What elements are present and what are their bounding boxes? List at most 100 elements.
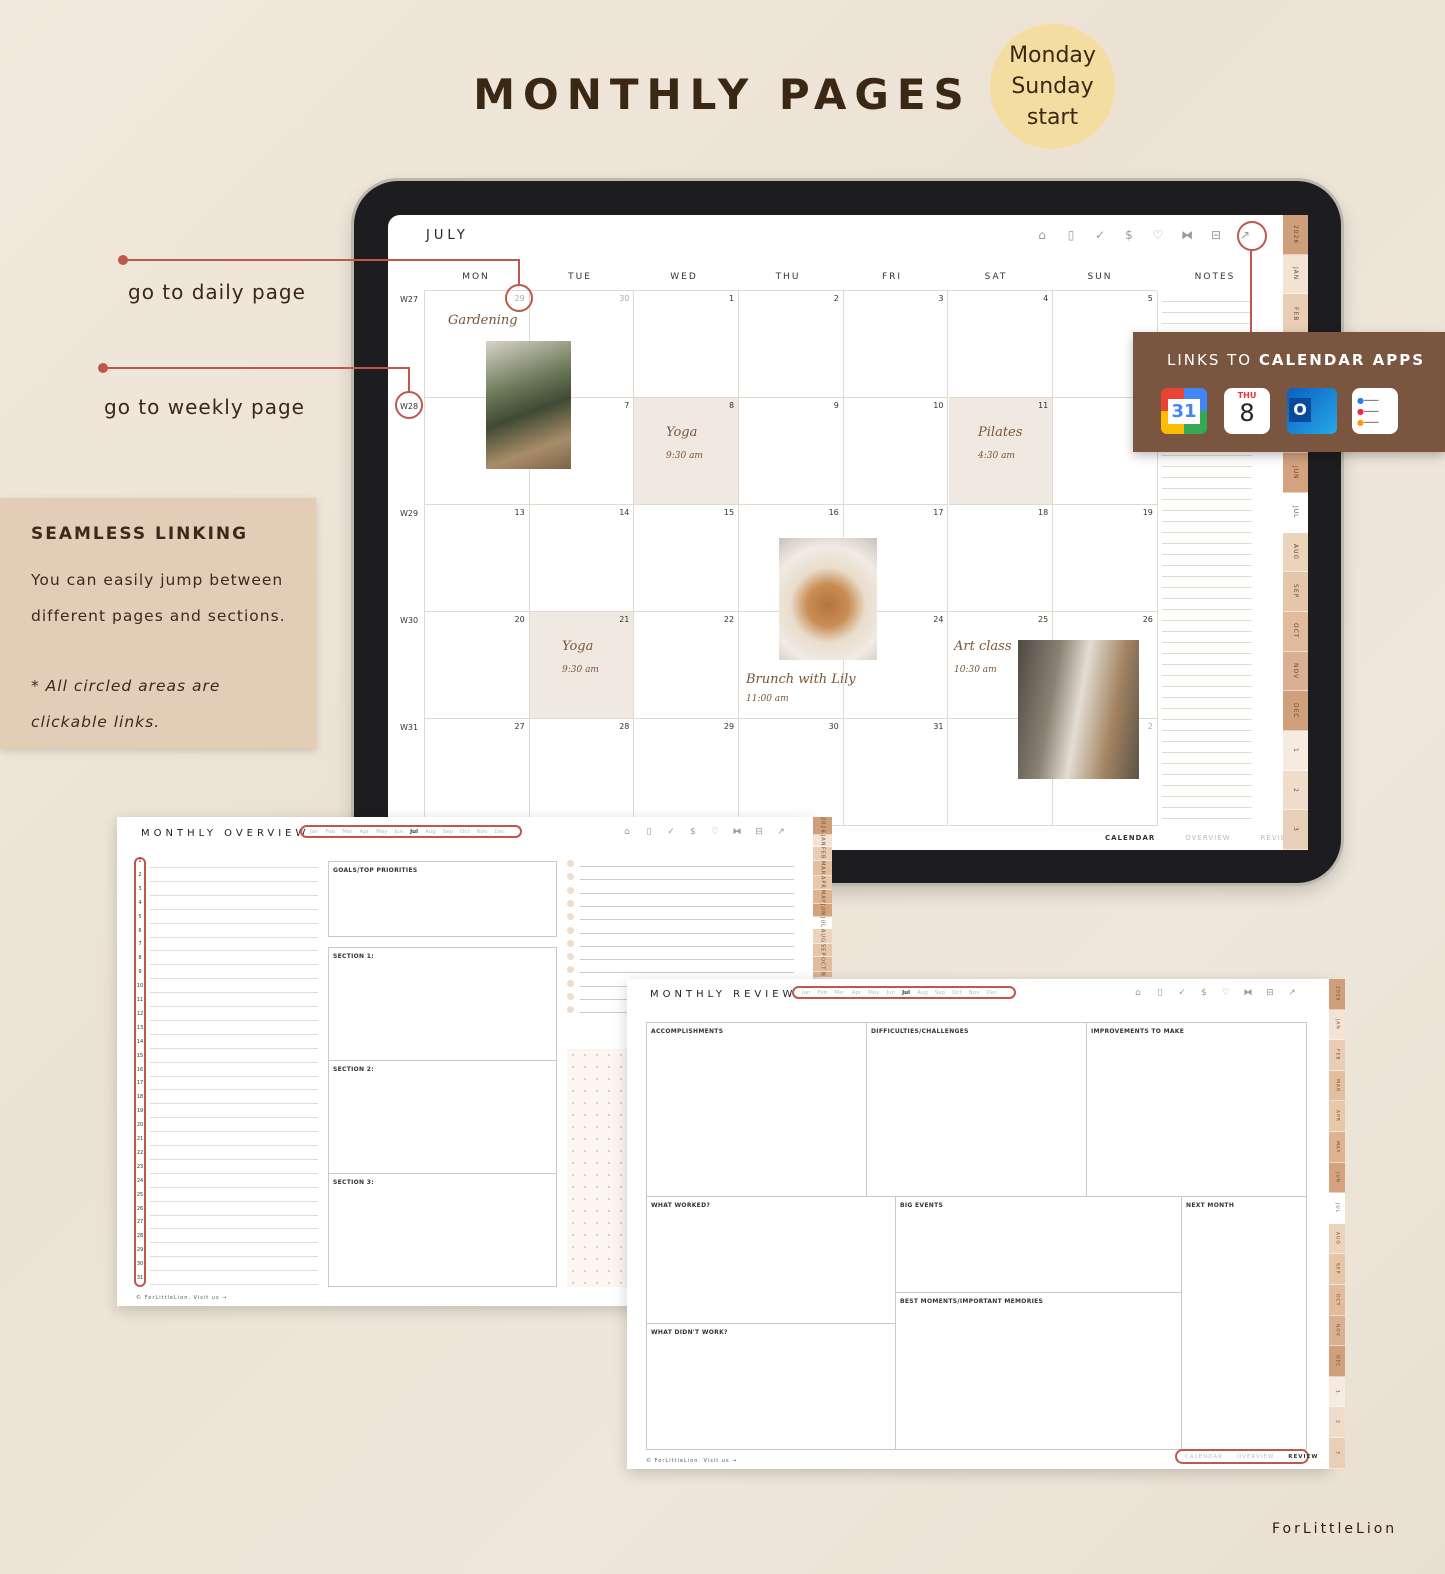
- note-line[interactable]: [1162, 543, 1252, 544]
- date-number[interactable]: 1: [729, 294, 734, 303]
- day-number[interactable]: 2: [136, 872, 144, 878]
- date-number[interactable]: 9: [834, 401, 839, 410]
- heart-icon[interactable]: ♡: [1150, 228, 1166, 242]
- tab-may[interactable]: MAY: [1329, 1131, 1345, 1163]
- day-line[interactable]: [150, 992, 318, 994]
- date-number[interactable]: 7: [624, 401, 629, 410]
- month-link-may[interactable]: May: [376, 829, 387, 835]
- day-cell[interactable]: 30: [739, 719, 844, 826]
- day-line[interactable]: [150, 1047, 318, 1049]
- tab-nov[interactable]: NOV: [813, 971, 832, 977]
- date-number[interactable]: 8: [729, 401, 734, 410]
- external-link-icon[interactable]: ↗: [1284, 988, 1300, 998]
- check-icon[interactable]: ✓: [1174, 988, 1190, 998]
- day-number[interactable]: 19: [136, 1108, 144, 1114]
- day-cell[interactable]: 15: [634, 505, 740, 612]
- todo-line[interactable]: [580, 905, 794, 907]
- dollar-icon[interactable]: $: [685, 827, 701, 837]
- daily-link-circle[interactable]: [505, 284, 533, 312]
- day-line[interactable]: [150, 894, 318, 896]
- day-cell[interactable]: 19: [1053, 505, 1158, 612]
- tab-feb[interactable]: FEB: [813, 847, 832, 861]
- check-icon[interactable]: ✓: [663, 827, 679, 837]
- date-number[interactable]: 2: [1148, 722, 1153, 731]
- day-number[interactable]: 24: [136, 1178, 144, 1184]
- note-line[interactable]: [1162, 499, 1252, 500]
- note-line[interactable]: [1162, 466, 1252, 467]
- tab-dec[interactable]: DEC: [1283, 691, 1308, 731]
- external-link-icon[interactable]: ↗: [773, 827, 789, 837]
- todo-bullet[interactable]: [567, 860, 574, 867]
- dot-grid[interactable]: [567, 1049, 627, 1287]
- note-line[interactable]: [1162, 631, 1252, 632]
- date-number[interactable]: 4: [1043, 294, 1048, 303]
- tab-jan[interactable]: JAN: [1329, 1009, 1345, 1041]
- tab-mar[interactable]: MAR: [1329, 1070, 1345, 1102]
- note-line[interactable]: [1162, 510, 1252, 511]
- reminders-icon[interactable]: ●─── ●─── ●───: [1352, 388, 1398, 434]
- note-line[interactable]: [1162, 719, 1252, 720]
- date-number[interactable]: 20: [515, 615, 525, 624]
- tab-nov[interactable]: NOV: [1283, 651, 1308, 692]
- day-cell[interactable]: 28: [529, 719, 635, 826]
- note-line[interactable]: [1162, 323, 1252, 324]
- tab-2026[interactable]: 2026: [813, 817, 832, 835]
- nav-review[interactable]: REVIEW: [1288, 1454, 1318, 1460]
- accomplishments-box[interactable]: ACCOMPLISHMENTS: [646, 1022, 867, 1197]
- event-title[interactable]: Brunch with Lily: [746, 672, 856, 687]
- home-icon[interactable]: ⌂: [619, 827, 635, 837]
- day-number[interactable]: 26: [136, 1206, 144, 1212]
- date-number[interactable]: 17: [933, 508, 943, 517]
- what-worked-box[interactable]: WHAT WORKED?: [646, 1196, 896, 1324]
- event-title[interactable]: Yoga: [666, 425, 697, 440]
- nav-overview[interactable]: OVERVIEW: [1237, 1454, 1274, 1460]
- section1-box[interactable]: SECTION 1:: [328, 947, 557, 1061]
- day-number[interactable]: 27: [136, 1219, 144, 1225]
- day-cell[interactable]: 3: [843, 291, 949, 398]
- month-link-aug[interactable]: Aug: [425, 829, 436, 835]
- tab-oct[interactable]: OCT: [1283, 611, 1308, 652]
- note-line[interactable]: [1162, 807, 1252, 808]
- next-month-box[interactable]: NEXT MONTH: [1181, 1196, 1307, 1450]
- note-line[interactable]: [1162, 598, 1252, 599]
- external-link-circle[interactable]: [1237, 221, 1267, 251]
- event-title[interactable]: Yoga: [562, 639, 593, 654]
- note-line[interactable]: [1162, 774, 1252, 775]
- month-link-feb[interactable]: Feb: [325, 829, 335, 835]
- todo-bullet[interactable]: [567, 993, 574, 1000]
- review-month-links[interactable]: Jan Feb Mar Apr May Jun Jul Aug Sep Oct Nov Dec: [792, 986, 1016, 999]
- day-number[interactable]: 23: [136, 1164, 144, 1170]
- section3-box[interactable]: SECTION 3:: [328, 1173, 557, 1287]
- tab-2026[interactable]: 2026: [1283, 215, 1308, 255]
- todo-bullet[interactable]: [567, 1006, 574, 1014]
- date-number[interactable]: 3: [938, 294, 943, 303]
- day-line[interactable]: [150, 1131, 318, 1133]
- day-number[interactable]: 13: [136, 1025, 144, 1031]
- dumbbell-icon[interactable]: ⧓: [729, 827, 745, 837]
- day-number[interactable]: 15: [136, 1053, 144, 1059]
- day-line[interactable]: [150, 1019, 318, 1021]
- day-cell[interactable]: 10: [843, 398, 949, 505]
- date-number[interactable]: 16: [829, 508, 839, 517]
- tab-apr[interactable]: APR: [1329, 1101, 1345, 1132]
- note-line[interactable]: [1162, 664, 1252, 665]
- tab-nov[interactable]: NOV: [1329, 1315, 1345, 1347]
- day-line[interactable]: [150, 1270, 318, 1272]
- dollar-icon[interactable]: $: [1196, 988, 1212, 998]
- tab-jun[interactable]: JUN: [1329, 1162, 1345, 1194]
- todo-line[interactable]: [580, 932, 794, 934]
- month-link-jun[interactable]: Jun: [395, 829, 404, 835]
- home-icon[interactable]: ⌂: [1130, 988, 1146, 998]
- goals-box[interactable]: GOALS/TOP PRIORITIES: [328, 861, 557, 937]
- day-cell[interactable]: 22: [634, 612, 740, 719]
- date-number[interactable]: 13: [515, 508, 525, 517]
- date-number[interactable]: 2: [834, 294, 839, 303]
- note-line[interactable]: [1162, 818, 1252, 819]
- big-events-box[interactable]: BIG EVENTS: [895, 1196, 1182, 1293]
- nav-calendar[interactable]: CALENDAR: [1185, 1454, 1223, 1460]
- briefcase-icon[interactable]: ⊟: [751, 827, 767, 837]
- todo-bullet[interactable]: [567, 926, 574, 934]
- tab-oct[interactable]: OCT: [1329, 1284, 1345, 1316]
- date-number[interactable]: 30: [829, 722, 839, 731]
- todo-line[interactable]: [580, 972, 794, 974]
